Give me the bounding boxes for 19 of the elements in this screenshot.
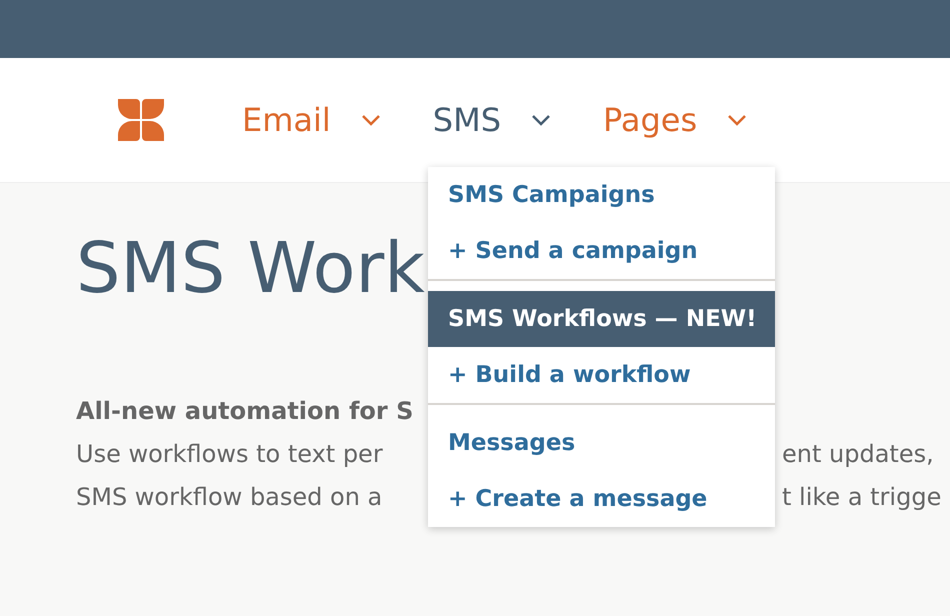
chevron-down-icon [727,114,748,126]
nav-menu-item[interactable]: Email [242,101,381,139]
intro-text: t like a trigge [782,482,942,513]
chevron-down-icon [360,114,381,126]
menu-item[interactable]: Messages [428,415,775,471]
nav-menu-item[interactable]: SMS [432,101,552,139]
intro-text: ent updates, [782,439,934,470]
intro-text: SMS workflow based on a [76,483,382,511]
nav-menu-item[interactable]: Pages [603,101,748,139]
menu-item[interactable]: + Create a message [428,471,775,527]
page-title: SMS Work [76,226,426,311]
menu-item[interactable]: SMS Workflows — NEW! [428,291,775,347]
intro-text: Use workflows to text per [76,440,383,468]
menu-item[interactable]: + Send a campaign [428,223,775,279]
menu-item[interactable]: SMS Campaigns [428,167,775,223]
logo-icon [118,99,164,141]
chevron-down-icon [531,114,552,126]
menu-item[interactable]: + Build a workflow [428,347,775,403]
intro-heading: All-new automation for S [76,397,414,425]
